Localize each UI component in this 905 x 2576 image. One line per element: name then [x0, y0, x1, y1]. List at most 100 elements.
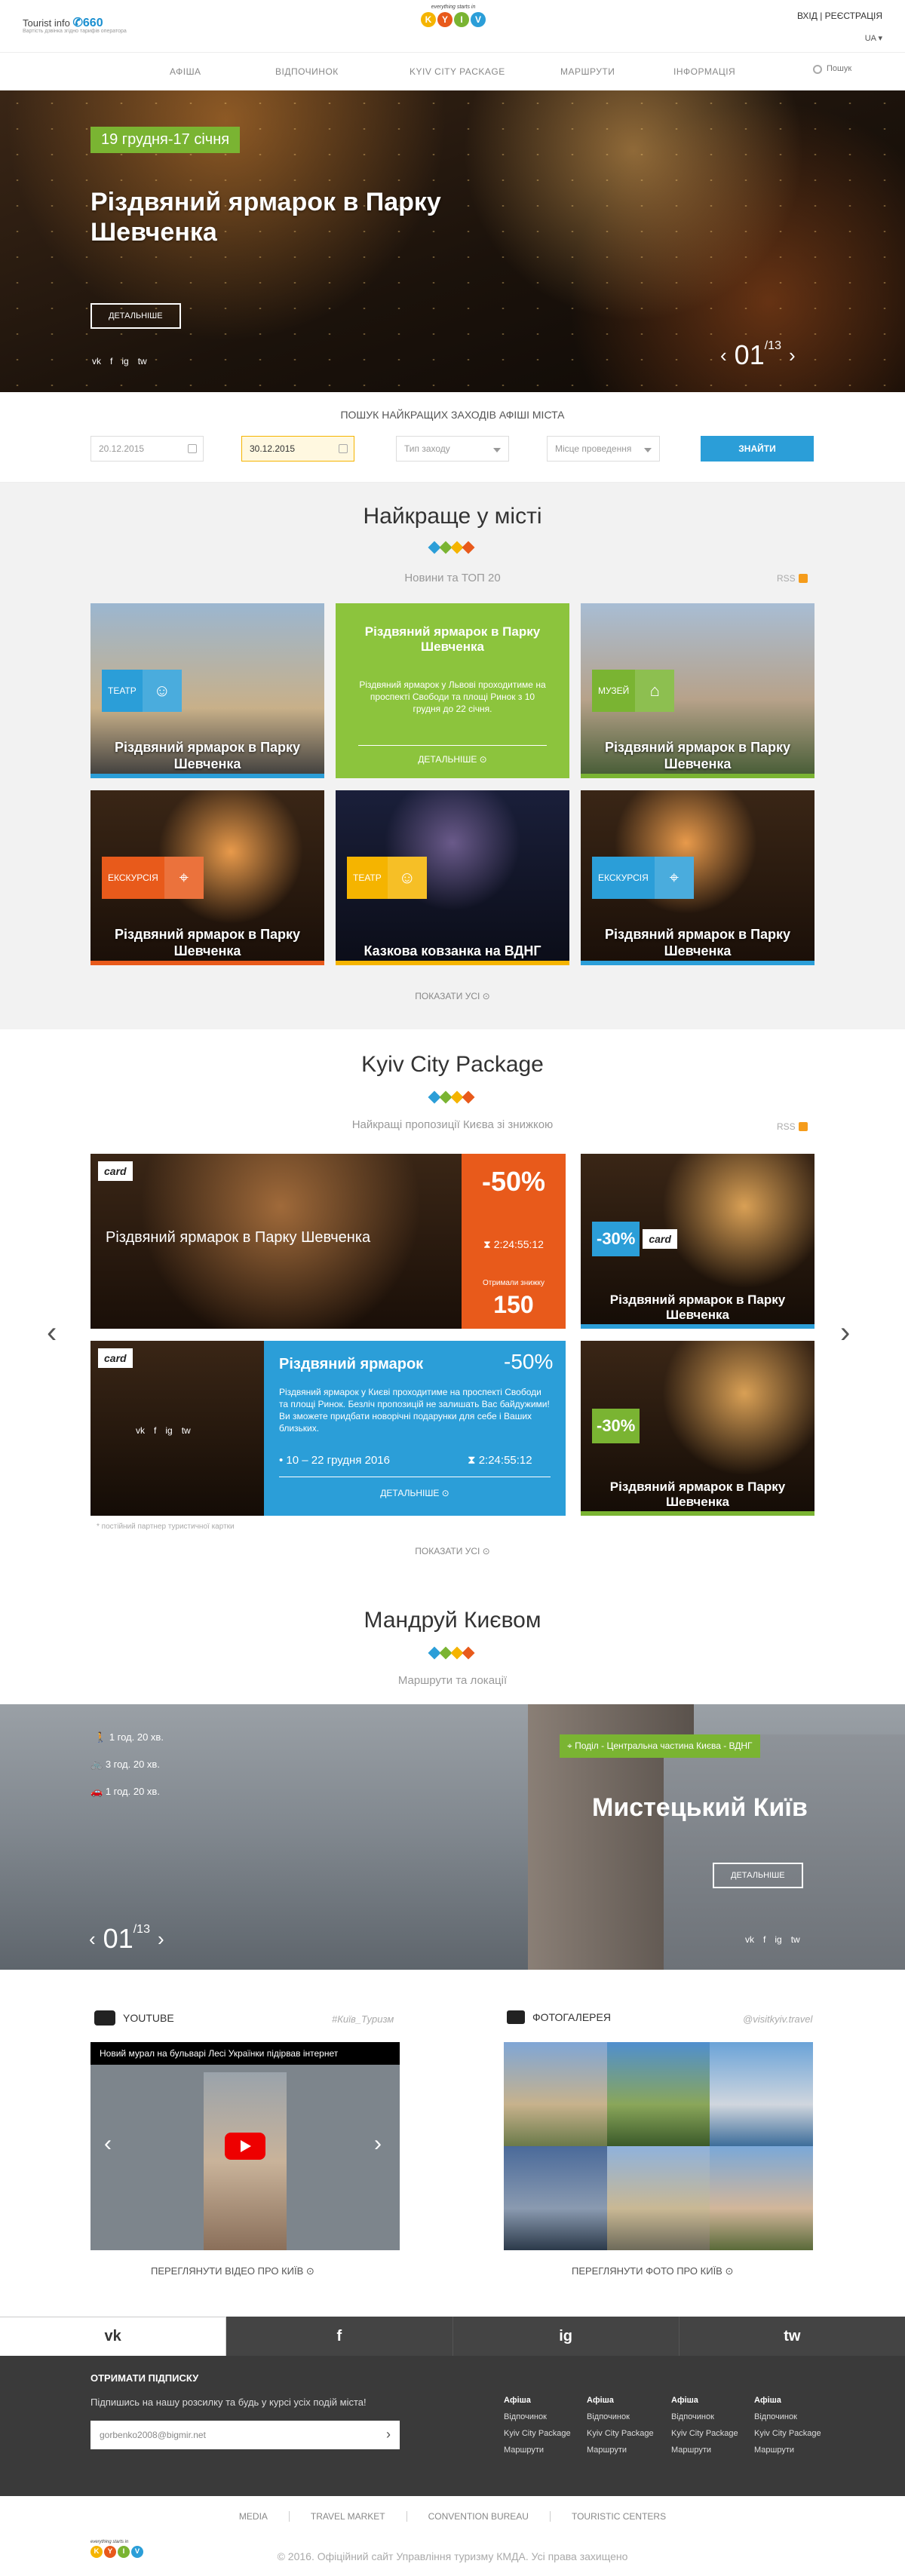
footer-link[interactable]: Відпочинок: [754, 2412, 797, 2421]
nav-item-package[interactable]: KYIV CITY PACKAGE: [410, 66, 505, 77]
footer-link[interactable]: Kyiv City Package: [587, 2429, 654, 2438]
color-dots: [428, 1646, 475, 1660]
footer-link[interactable]: Маршрути: [504, 2446, 544, 2455]
facebook-icon[interactable]: f: [226, 2317, 453, 2356]
nav-item-afisha[interactable]: АФІША: [170, 66, 201, 77]
best-rss-link[interactable]: RSS: [777, 573, 808, 584]
package-card[interactable]: -30% Різдвяний ярмарок в Парку Шевченка: [581, 1341, 814, 1516]
travel-market-link[interactable]: TRAVEL MARKET: [290, 2511, 407, 2522]
logo-tagline: everything starts in: [431, 5, 476, 10]
footer-link[interactable]: Маршрути: [671, 2446, 711, 2455]
twitter-icon[interactable]: tw: [138, 356, 147, 366]
search-submit-button[interactable]: ЗНАЙТИ: [701, 436, 814, 462]
event-card[interactable]: ЕКСКУРСІЯ ⌖ Різдвяний ярмарок в Парку Шев…: [581, 790, 814, 965]
kyiv-logo[interactable]: everything starts in KYIV: [417, 5, 489, 27]
calendar-icon[interactable]: [339, 444, 348, 453]
package-detail-more-link[interactable]: ДЕТАЛЬНІШЕ ⊙: [279, 1488, 551, 1498]
footer-link[interactable]: Kyiv City Package: [504, 2429, 571, 2438]
prev-arrow-icon[interactable]: ‹: [89, 1927, 96, 1951]
event-card[interactable]: ЕКСКУРСІЯ ⌖ Різдвяний ярмарок в Парку Шев…: [90, 790, 324, 965]
search-input[interactable]: [827, 60, 875, 77]
tourist-info-brand[interactable]: Tourist info ✆660: [23, 15, 103, 30]
subscribe-email-input[interactable]: [90, 2421, 400, 2449]
login-register-link[interactable]: ВХІД | РЕЄСТРАЦІЯ: [797, 11, 882, 21]
vk-icon[interactable]: vk: [92, 356, 101, 366]
event-card[interactable]: ТЕАТР ☺ Різдвяний ярмарок в Парку Шевченк…: [90, 603, 324, 778]
facebook-icon[interactable]: f: [154, 1425, 156, 1436]
best-show-all-link[interactable]: ПОКАЗАТИ УСІ ⊙: [0, 991, 905, 1001]
theater-masks-icon: ☺: [387, 857, 427, 899]
language-select[interactable]: UA ▾: [865, 33, 882, 43]
vk-icon[interactable]: vk: [0, 2317, 227, 2356]
route-more-button[interactable]: ДЕТАЛЬНІШЕ: [713, 1863, 803, 1888]
event-card[interactable]: ТЕАТР ☺ Казкова ковзанка на ВДНГ: [336, 790, 569, 965]
next-arrow-icon[interactable]: ›: [840, 1316, 850, 1350]
gallery-photo[interactable]: [710, 2042, 813, 2146]
event-card-more-link[interactable]: ДЕТАЛЬНІШЕ ⊙: [336, 754, 569, 765]
gallery-handle[interactable]: @visitkyiv.travel: [743, 2013, 812, 2025]
footer-link[interactable]: Відпочинок: [671, 2412, 714, 2421]
date-to-field[interactable]: 30.12.2015: [241, 436, 354, 462]
prev-arrow-icon[interactable]: ‹: [47, 1316, 57, 1350]
youtube-more-link[interactable]: ПЕРЕГЛЯНУТИ ВІДЕО ПРО КИЇВ ⊙: [151, 2265, 314, 2277]
facebook-icon[interactable]: f: [763, 1934, 765, 1945]
instagram-icon[interactable]: ig: [121, 356, 128, 366]
package-detail-card[interactable]: card vk f ig tw Різдвяний ярмарок -50% Різд…: [90, 1341, 566, 1516]
touristic-centers-link[interactable]: TOURISTIC CENTERS: [551, 2511, 687, 2522]
instagram-icon[interactable]: ig: [165, 1425, 172, 1436]
facebook-icon[interactable]: f: [110, 356, 112, 366]
search-icon[interactable]: [813, 65, 822, 74]
event-card-title: Різдвяний ярмарок в Парку Шевченка: [114, 927, 301, 958]
package-card[interactable]: -30% card Різдвяний ярмарок в Парку Шевч…: [581, 1154, 814, 1329]
gallery-photo[interactable]: [504, 2146, 607, 2250]
gallery-more-link[interactable]: ПЕРЕГЛЯНУТИ ФОТО ПРО КИЇВ ⊙: [572, 2265, 733, 2277]
route-pager: ‹ 01/13 ›: [89, 1923, 164, 1955]
nav-item-info[interactable]: ІНФОРМАЦІЯ: [673, 66, 735, 77]
next-arrow-icon[interactable]: ›: [789, 344, 796, 367]
hero-more-button[interactable]: ДЕТАЛЬНІШЕ: [90, 303, 181, 329]
twitter-icon[interactable]: tw: [791, 1934, 800, 1945]
countdown-timer: ⧗ 2:24:55:12: [483, 1238, 544, 1250]
footer-column: Афіша Відпочинок Kyiv City Package Маршрути: [754, 2396, 821, 2455]
footer-link[interactable]: Kyiv City Package: [671, 2429, 738, 2438]
footer-link[interactable]: Маршрути: [754, 2446, 794, 2455]
footer-link[interactable]: Маршрути: [587, 2446, 627, 2455]
instagram-icon[interactable]: ig: [452, 2317, 680, 2356]
footer-link[interactable]: Відпочинок: [504, 2412, 547, 2421]
play-icon[interactable]: [225, 2133, 265, 2160]
convention-bureau-link[interactable]: CONVENTION BUREAU: [407, 2511, 551, 2522]
package-rss-link[interactable]: RSS: [777, 1121, 808, 1132]
event-card[interactable]: МУЗЕЙ ⌂ Різдвяний ярмарок в Парку Шевченк…: [581, 603, 814, 778]
date-from-field[interactable]: 20.12.2015: [90, 436, 204, 462]
prev-arrow-icon[interactable]: ‹: [104, 2131, 112, 2157]
prev-arrow-icon[interactable]: ‹: [720, 344, 727, 367]
gallery-photo[interactable]: [504, 2042, 607, 2146]
gallery-photo[interactable]: [606, 2146, 710, 2250]
package-big-card[interactable]: card Різдвяний ярмарок в Парку Шевченка …: [90, 1154, 566, 1329]
hero-slider: 19 грудня-17 січня Різдвяний ярмарок в П…: [0, 90, 905, 392]
instagram-icon[interactable]: ig: [775, 1934, 781, 1945]
media-link[interactable]: MEDIA: [218, 2511, 290, 2522]
youtube-video[interactable]: Новий мурал на бульварі Лесі Українки пі…: [90, 2042, 400, 2250]
footer-link[interactable]: Відпочинок: [587, 2412, 630, 2421]
vk-icon[interactable]: vk: [136, 1425, 145, 1436]
vk-icon[interactable]: vk: [745, 1934, 754, 1945]
submit-arrow-icon[interactable]: ›: [386, 2427, 391, 2443]
nav-item-routes[interactable]: МАРШРУТИ: [560, 66, 615, 77]
twitter-icon[interactable]: tw: [679, 2317, 905, 2356]
twitter-icon[interactable]: tw: [182, 1425, 191, 1436]
category-badge: ТЕАТР ☺: [102, 670, 182, 712]
package-show-all-link[interactable]: ПОКАЗАТИ УСІ ⊙: [0, 1546, 905, 1556]
footer-link[interactable]: Kyiv City Package: [754, 2429, 821, 2438]
route-slider: 🚶 1 год. 20 хв. 🚲 3 год. 20 хв. 🚗 1 год.…: [0, 1704, 905, 1970]
nav-item-rest[interactable]: ВІДПОЧИНОК: [275, 66, 339, 77]
event-type-select[interactable]: Тип заходу: [396, 436, 509, 462]
gallery-photo[interactable]: [606, 2042, 710, 2146]
event-place-select[interactable]: Місце проведення: [547, 436, 660, 462]
calendar-icon[interactable]: [188, 444, 197, 453]
youtube-hashtag[interactable]: #Київ_Туризм: [332, 2013, 394, 2025]
next-arrow-icon[interactable]: ›: [374, 2131, 382, 2157]
event-card-expanded[interactable]: Різдвяний ярмарок в Парку Шевченка Різдв…: [336, 603, 569, 778]
next-arrow-icon[interactable]: ›: [158, 1927, 164, 1951]
gallery-photo[interactable]: [710, 2146, 813, 2250]
